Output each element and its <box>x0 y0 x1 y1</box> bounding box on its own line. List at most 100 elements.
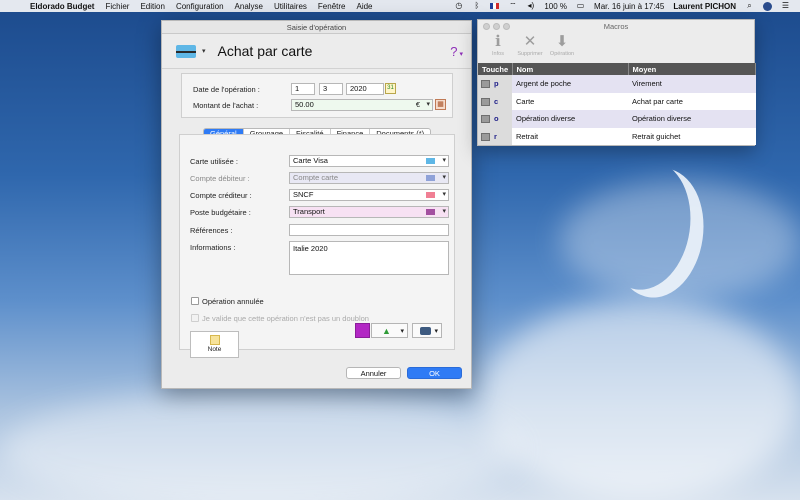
menu-clock[interactable]: Mar. 16 juin à 17:45 <box>594 2 664 11</box>
menu-edition[interactable]: Edition <box>140 2 164 11</box>
table-row[interactable]: p Argent de poche Virement <box>478 75 756 93</box>
date-month-field[interactable]: 3 <box>319 83 343 95</box>
debit-account-label: Compte débiteur : <box>190 174 250 183</box>
wifi-icon[interactable]: ⌔ <box>508 2 517 10</box>
help-icon: ? <box>450 43 458 59</box>
delete-tool-button[interactable]: ✕ Supprimer <box>516 33 544 57</box>
operation-tool-button[interactable]: ⬇ Opération <box>548 33 576 57</box>
french-flag-icon[interactable] <box>490 3 500 9</box>
close-window-icon[interactable] <box>483 23 490 30</box>
macro-icon <box>481 132 490 141</box>
card-value: Carte Visa <box>293 156 328 165</box>
operation-tool-label: Opération <box>549 51 575 57</box>
camera-button[interactable]: ▾ <box>412 323 442 338</box>
menu-fenetre[interactable]: Fenêtre <box>318 2 346 11</box>
information-textarea[interactable]: Italie 2020 <box>289 241 449 275</box>
dialog-header: ▾ Achat par carte ? ▾ <box>162 34 471 69</box>
budget-item-select[interactable]: Transport ▾ <box>289 206 449 218</box>
macro-name: Carte <box>512 92 628 110</box>
time-machine-icon[interactable]: ◷ <box>454 2 463 10</box>
macro-means: Retrait guichet <box>628 127 756 145</box>
menu-aide[interactable]: Aide <box>356 2 372 11</box>
macro-means: Opération diverse <box>628 110 756 128</box>
volume-icon[interactable]: ◂) <box>526 2 535 10</box>
duplicate-checkbox[interactable] <box>191 314 199 322</box>
spotlight-search-icon[interactable]: ⌕ <box>745 2 754 10</box>
row-key-cell: p <box>478 75 512 93</box>
bluetooth-icon[interactable]: ᛒ <box>472 2 481 10</box>
menu-utilitaires[interactable]: Utilitaires <box>274 2 307 11</box>
macro-icon <box>481 80 490 89</box>
zoom-window-icon[interactable] <box>503 23 510 30</box>
macros-window: Macros ℹ Infos ✕ Supprimer ⬇ Opération T… <box>477 19 756 146</box>
chevron-down-icon[interactable]: ▾ <box>202 47 206 55</box>
macros-header-row: Touche Nom Moyen <box>478 63 756 75</box>
credit-color-swatch <box>426 192 435 198</box>
date-year-field[interactable]: 2020 <box>346 83 384 95</box>
cancelled-checkbox[interactable] <box>191 297 199 305</box>
chevron-down-icon[interactable]: ▾ <box>426 100 430 110</box>
information-label: Informations : <box>190 243 236 252</box>
table-row[interactable]: r Retrait Retrait guichet <box>478 127 756 145</box>
camera-icon <box>420 327 431 335</box>
amount-field[interactable]: 50.00 € ▾ <box>291 99 433 111</box>
credit-account-value: SNCF <box>293 190 314 199</box>
macro-name: Retrait <box>512 127 628 145</box>
menu-analyse[interactable]: Analyse <box>235 2 263 11</box>
credit-card-icon[interactable] <box>176 44 196 58</box>
help-button[interactable]: ? ▾ <box>450 44 463 59</box>
menu-user[interactable]: Laurent PICHON <box>673 2 736 11</box>
dialog-title: Achat par carte <box>217 43 313 59</box>
battery-percent[interactable]: 100 % <box>544 2 567 11</box>
currency-symbol: € <box>415 100 420 109</box>
menu-bar: Eldorado Budget Fichier Edition Configur… <box>0 0 800 12</box>
column-header-key[interactable]: Touche <box>478 63 513 75</box>
infos-tool-button[interactable]: ℹ Infos <box>484 33 512 57</box>
macros-title: Macros <box>603 22 629 31</box>
siri-icon[interactable] <box>763 1 772 11</box>
amount-value: 50.00 <box>295 100 314 109</box>
budget-item-value: Transport <box>293 207 325 216</box>
chevron-down-icon: ▾ <box>457 50 463 58</box>
macro-key: c <box>494 96 499 106</box>
card-label: Carte utilisée : <box>190 157 238 166</box>
date-label: Date de l'opération : <box>193 85 260 94</box>
calculator-icon[interactable]: ▦ <box>435 99 446 110</box>
references-label: Références : <box>190 226 233 235</box>
column-header-means[interactable]: Moyen <box>628 63 756 75</box>
dialog-titlebar: Saisie d'opération <box>162 21 471 34</box>
cancel-button[interactable]: Annuler <box>346 367 401 379</box>
battery-icon[interactable]: ▭ <box>576 2 585 10</box>
amount-label: Montant de l'achat : <box>193 101 259 110</box>
macro-name: Argent de poche <box>512 75 628 93</box>
chevron-down-icon: ▾ <box>442 157 446 164</box>
credit-account-label: Compte créditeur : <box>190 191 252 200</box>
debit-account-select[interactable]: Compte carte ▾ <box>289 172 449 184</box>
chevron-down-icon: ▾ <box>442 191 446 198</box>
date-day-field[interactable]: 1 <box>291 83 315 95</box>
info-icon: ℹ <box>495 33 501 50</box>
note-button[interactable]: Note <box>190 331 239 358</box>
credit-account-select[interactable]: SNCF ▾ <box>289 189 449 201</box>
date-amount-box: Date de l'opération : 1 3 2020 31 Montan… <box>181 73 453 118</box>
menu-fichier[interactable]: Fichier <box>105 2 129 11</box>
color-swatch-button[interactable] <box>355 323 370 338</box>
ok-button[interactable]: OK <box>407 367 462 379</box>
table-row[interactable]: o Opération diverse Opération diverse <box>478 110 756 128</box>
references-field[interactable] <box>289 224 449 236</box>
operation-entry-dialog: Saisie d'opération ▾ Achat par carte ? ▾… <box>161 20 472 389</box>
cancelled-label: Opération annulée <box>202 297 264 306</box>
card-select[interactable]: Carte Visa ▾ <box>289 155 449 167</box>
column-header-name[interactable]: Nom <box>512 63 629 75</box>
table-row[interactable]: c Carte Achat par carte <box>478 92 756 110</box>
budget-item-label: Poste budgétaire : <box>190 208 251 217</box>
notification-center-icon[interactable]: ☰ <box>781 2 790 10</box>
macro-icon <box>481 115 490 124</box>
macro-key: p <box>494 79 499 89</box>
color-palette-button[interactable]: ▲ ▾ <box>371 323 408 338</box>
menu-configuration[interactable]: Configuration <box>176 2 224 11</box>
minimize-window-icon[interactable] <box>493 23 500 30</box>
calendar-icon[interactable]: 31 <box>385 83 396 94</box>
menu-app-name[interactable]: Eldorado Budget <box>30 2 94 11</box>
card-color-swatch <box>426 158 435 164</box>
